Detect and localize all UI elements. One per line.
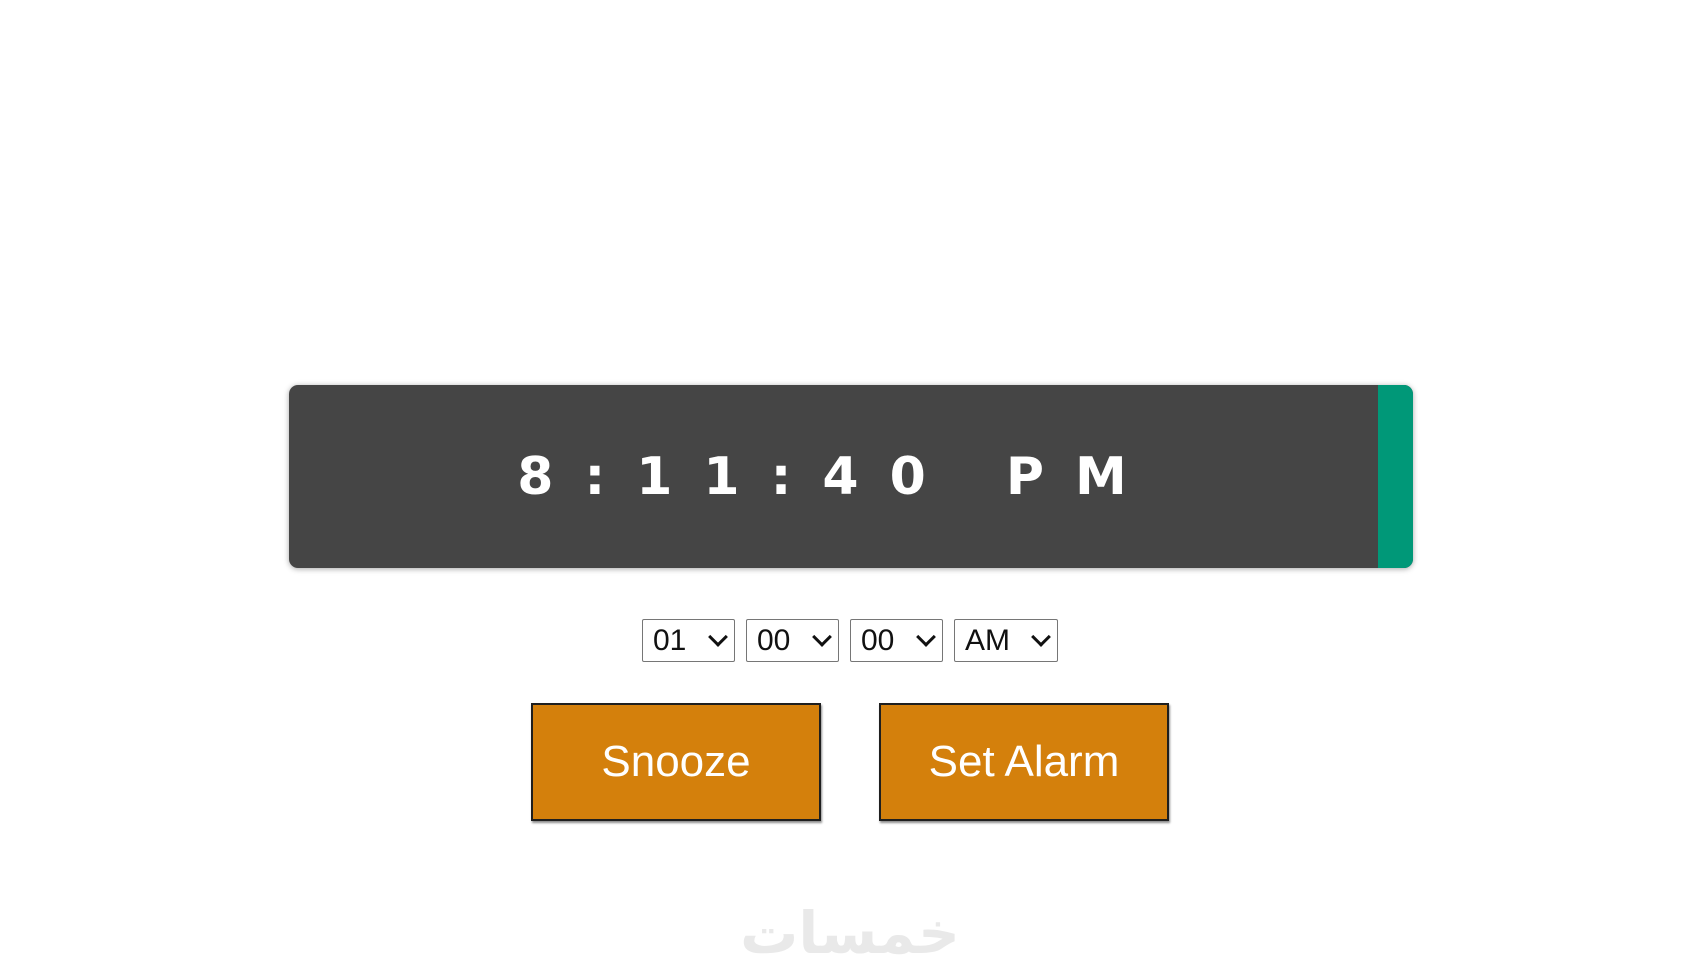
clock-time-text: 8:11:40 PM [517, 446, 1158, 507]
set-alarm-button[interactable]: Set Alarm [879, 703, 1169, 821]
chevron-down-icon [708, 626, 728, 647]
minute-select-value: 00 [757, 623, 791, 657]
minute-select[interactable]: 00 [746, 619, 839, 662]
period-select-value: AM [965, 623, 1010, 657]
clock-display-panel: 8:11:40 PM [289, 385, 1413, 568]
hour-select[interactable]: 01 [642, 619, 735, 662]
alarm-time-selects: 01 00 00 AM [0, 619, 1700, 662]
watermark-logo: خمسات [740, 901, 960, 966]
chevron-down-icon [916, 626, 936, 647]
alarm-buttons: Snooze Set Alarm [0, 703, 1700, 821]
period-select[interactable]: AM [954, 619, 1058, 662]
clock-accent-bar [1378, 385, 1413, 568]
snooze-button[interactable]: Snooze [531, 703, 821, 821]
chevron-down-icon [1031, 626, 1051, 647]
hour-select-value: 01 [653, 623, 687, 657]
chevron-down-icon [812, 626, 832, 647]
second-select[interactable]: 00 [850, 619, 943, 662]
second-select-value: 00 [861, 623, 895, 657]
